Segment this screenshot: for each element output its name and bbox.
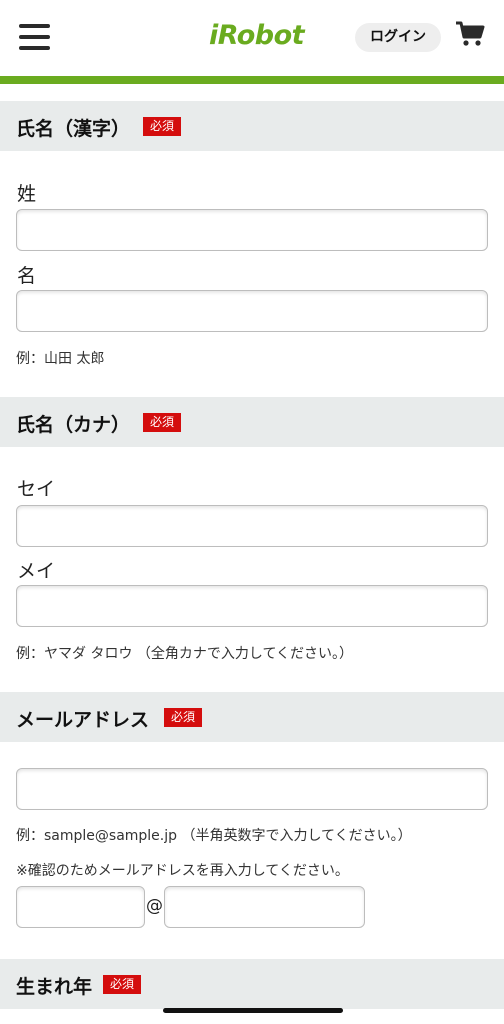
last-name-label: 姓 [17,183,37,205]
app-header: iRobot ログイン [0,0,504,76]
header-accent-bar [0,76,504,84]
section-header-name-kanji: 氏名（漢字） 必須 [0,101,504,151]
section-header-email: メールアドレス 必須 [0,692,504,742]
cart-icon[interactable] [455,20,485,48]
brand-logo[interactable]: iRobot [209,20,305,51]
name-kanji-example: 例：山田 太郎 [16,351,105,367]
email-confirm-local-input[interactable] [16,886,145,928]
email-example: 例：sample@sample.jp （半角英数字で入力してください。） [16,828,412,844]
section-title: メールアドレス [16,709,150,731]
section-title: 氏名（カナ） [16,414,131,436]
first-name-label: 名 [17,265,37,287]
at-sign: @ [146,896,163,916]
last-name-kana-label: セイ [17,478,56,500]
home-indicator [163,1008,343,1013]
section-header-birth-year: 生まれ年 必須 [0,959,504,1009]
menu-icon[interactable] [19,24,50,50]
first-name-kana-label: メイ [17,560,56,582]
required-badge: 必須 [164,708,203,727]
last-name-input[interactable] [16,209,488,251]
name-kana-example: 例：ヤマダ タロウ （全角カナで入力してください。） [16,646,354,662]
email-confirm-domain-input[interactable] [164,886,365,928]
required-badge: 必須 [143,413,182,432]
required-badge: 必須 [103,975,142,994]
email-confirm-note: ※確認のためメールアドレスを再入力してください。 [16,863,349,879]
email-input[interactable] [16,768,488,810]
first-name-kana-input[interactable] [16,585,488,627]
section-title: 生まれ年 [16,976,93,998]
section-title: 氏名（漢字） [16,118,131,140]
section-header-name-kana: 氏名（カナ） 必須 [0,397,504,447]
first-name-input[interactable] [16,290,488,332]
required-badge: 必須 [143,117,182,136]
last-name-kana-input[interactable] [16,505,488,547]
login-button[interactable]: ログイン [355,23,441,52]
